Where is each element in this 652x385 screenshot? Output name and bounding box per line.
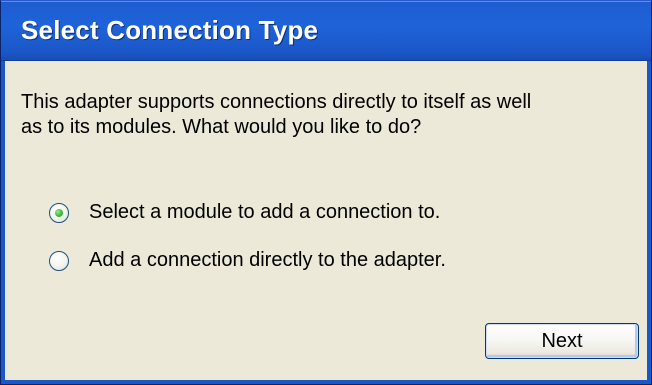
description-line-2: as to its modules. What would you like t… (21, 116, 422, 138)
description-line-1: This adapter supports connections direct… (21, 91, 532, 113)
title-bar: Select Connection Type (1, 1, 651, 61)
option-add-direct-connection[interactable]: Add a connection directly to the adapter… (49, 249, 446, 272)
radio-button-selected[interactable] (49, 202, 69, 223)
dialog-window: Select Connection Type This adapter supp… (0, 0, 652, 385)
description-text: This adapter supports connections direct… (21, 90, 641, 140)
option-select-module[interactable]: Select a module to add a connection to. (49, 201, 440, 224)
window-frame-bottom (1, 380, 651, 384)
radio-button-unselected[interactable] (49, 250, 69, 271)
dialog-title: Select Connection Type (21, 15, 319, 45)
option-select-module-label[interactable]: Select a module to add a connection to. (89, 201, 440, 224)
radio-selected-dot (55, 208, 63, 217)
window-frame-right (647, 61, 651, 384)
option-add-direct-connection-label[interactable]: Add a connection directly to the adapter… (89, 249, 446, 272)
dialog-body: This adapter supports connections direct… (5, 61, 647, 380)
next-button[interactable]: Next (485, 323, 639, 359)
